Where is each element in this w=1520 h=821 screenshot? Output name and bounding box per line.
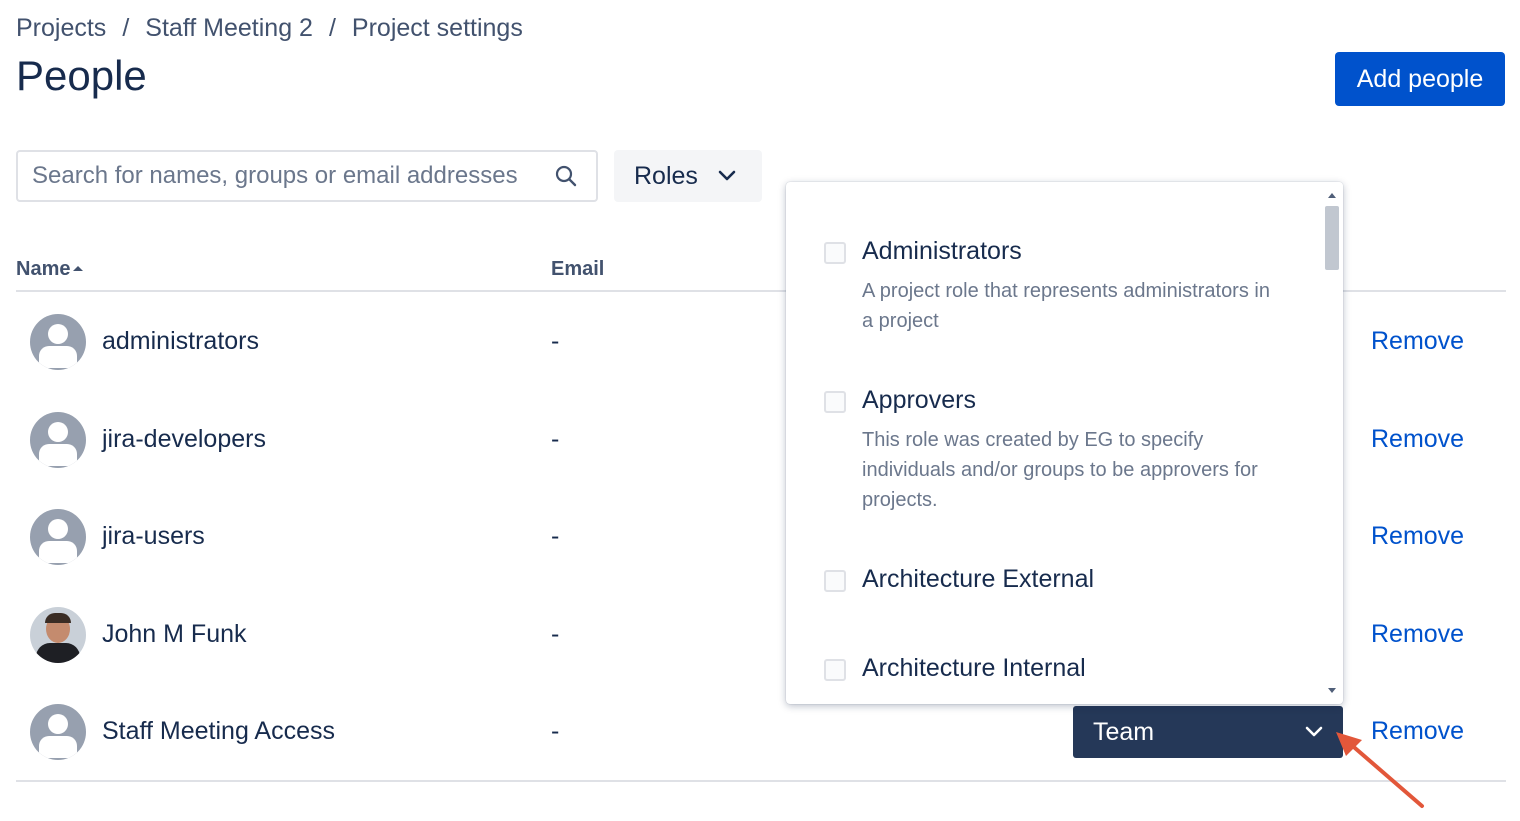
chevron-down-icon	[718, 170, 736, 181]
row-name: jira-users	[102, 522, 205, 550]
scrollbar-thumb[interactable]	[1325, 206, 1339, 270]
remove-link[interactable]: Remove	[1371, 327, 1464, 356]
role-option-label: Administrators	[862, 237, 1022, 265]
checkbox[interactable]	[824, 659, 846, 681]
roles-filter-label: Roles	[634, 161, 698, 190]
annotation-arrow-icon	[1336, 732, 1424, 808]
checkbox[interactable]	[824, 391, 846, 413]
dropdown-scrollbar[interactable]	[1321, 182, 1343, 704]
group-avatar	[30, 314, 86, 370]
search-box	[16, 150, 598, 202]
breadcrumb-separator: /	[328, 14, 336, 42]
group-avatar	[30, 509, 86, 565]
role-select-value: Team	[1093, 717, 1155, 746]
scroll-up-arrow-icon[interactable]	[1321, 188, 1343, 202]
breadcrumb: Projects / Staff Meeting 2 / Project set…	[16, 14, 523, 43]
sort-ascending-icon	[73, 266, 84, 271]
breadcrumb-project-settings[interactable]: Project settings	[352, 14, 523, 43]
row-email: -	[551, 717, 560, 745]
roles-dropdown-menu: Administrators A project role that repre…	[786, 182, 1343, 704]
remove-link[interactable]: Remove	[1371, 425, 1464, 454]
role-option-description: A project role that represents administr…	[862, 280, 1270, 332]
table-bottom-divider	[16, 780, 1506, 782]
remove-link[interactable]: Remove	[1371, 620, 1464, 649]
row-email: -	[551, 522, 560, 550]
group-avatar	[30, 704, 86, 760]
row-name: administrators	[102, 327, 259, 355]
checkbox[interactable]	[824, 242, 846, 264]
role-option-description: This role was created by EG to specify i…	[862, 429, 1258, 511]
chevron-down-icon	[1305, 726, 1323, 737]
role-option-label: Architecture Internal	[862, 654, 1086, 682]
checkbox[interactable]	[824, 570, 846, 592]
role-select-team[interactable]: Team	[1073, 706, 1343, 758]
breadcrumb-staff-meeting-2[interactable]: Staff Meeting 2	[145, 14, 313, 43]
role-option-label: Approvers	[862, 386, 976, 414]
breadcrumb-separator: /	[122, 14, 130, 42]
column-header-name-label: Name	[16, 258, 71, 280]
column-header-email[interactable]: Email	[551, 258, 604, 281]
row-email: -	[551, 327, 560, 355]
row-name: Staff Meeting Access	[102, 717, 335, 745]
row-email: -	[551, 620, 560, 648]
row-name: jira-developers	[102, 425, 266, 453]
roles-filter-button[interactable]: Roles	[614, 150, 762, 202]
remove-link[interactable]: Remove	[1371, 522, 1464, 551]
breadcrumb-projects[interactable]: Projects	[16, 14, 106, 43]
row-name: John M Funk	[102, 620, 247, 648]
user-photo-avatar	[30, 607, 86, 663]
search-input[interactable]	[30, 161, 546, 191]
role-option-label: Architecture External	[862, 565, 1095, 593]
scroll-down-arrow-icon[interactable]	[1321, 684, 1343, 698]
search-icon[interactable]	[546, 156, 586, 196]
page-title: People	[16, 52, 147, 99]
column-header-name[interactable]: Name	[16, 258, 84, 281]
group-avatar	[30, 412, 86, 468]
add-people-button[interactable]: Add people	[1335, 52, 1505, 106]
row-email: -	[551, 425, 560, 453]
